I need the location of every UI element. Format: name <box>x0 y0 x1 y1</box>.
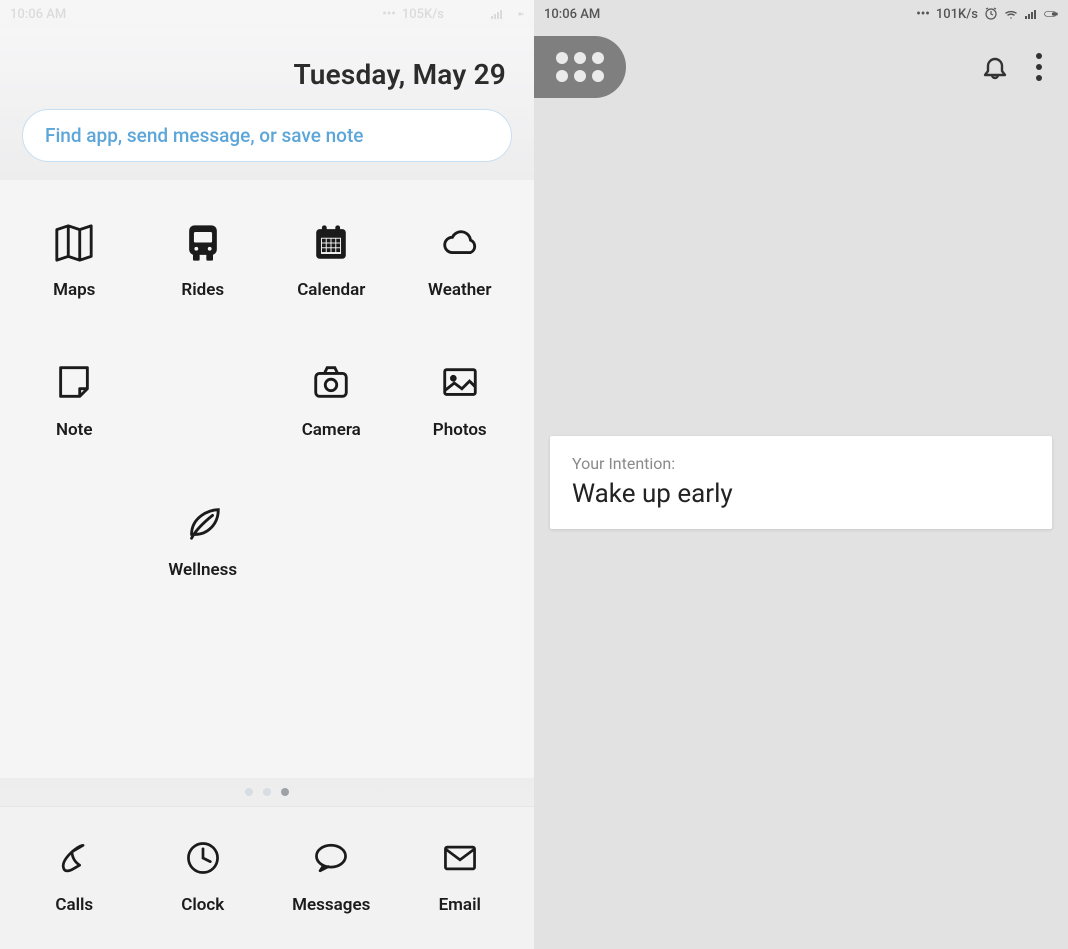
date-display: Tuesday, May 29 <box>22 58 506 91</box>
leaf-icon <box>182 500 224 546</box>
more-icon: ••• <box>382 7 396 22</box>
app-label: Wellness <box>168 560 237 580</box>
statusbar-left: 10:06 AM ••• 105K/s <box>0 0 534 28</box>
alarm-icon <box>450 7 464 21</box>
signal-icon <box>490 7 504 21</box>
app-rides[interactable]: Rides <box>139 220 268 300</box>
app-note[interactable]: Note <box>10 360 139 440</box>
header-area: Tuesday, May 29 Find app, send message, … <box>0 28 534 180</box>
clock-icon <box>183 835 223 881</box>
alarm-icon <box>984 7 998 21</box>
wifi-icon <box>470 7 484 21</box>
phone-icon <box>54 835 94 881</box>
page-dot[interactable] <box>245 788 253 796</box>
photo-icon <box>439 360 481 406</box>
mail-icon <box>440 835 480 881</box>
app-wellness[interactable]: Wellness <box>139 500 268 580</box>
screen-right: 10:06 AM ••• 101K/s Your Intention: Wake… <box>534 0 1068 949</box>
chat-icon <box>311 835 351 881</box>
page-dot[interactable] <box>263 788 271 796</box>
camera-icon <box>310 360 352 406</box>
notifications-button[interactable] <box>980 50 1010 84</box>
search-input[interactable]: Find app, send message, or save note <box>22 109 512 162</box>
statusbar-right: 10:06 AM ••• 101K/s <box>534 0 1068 28</box>
app-weather[interactable]: Weather <box>396 220 525 300</box>
app-maps[interactable]: Maps <box>10 220 139 300</box>
overflow-menu-button[interactable] <box>1032 49 1046 85</box>
app-label: Maps <box>53 280 95 300</box>
screen-left: 10:06 AM ••• 105K/s Tuesday, May 29 Find… <box>0 0 534 949</box>
battery-icon <box>1044 7 1058 21</box>
app-label: Note <box>56 420 93 440</box>
app-label: Messages <box>292 895 370 915</box>
app-messages[interactable]: Messages <box>267 835 396 915</box>
app-clock[interactable]: Clock <box>139 835 268 915</box>
page-indicator <box>0 778 534 806</box>
dock: Calls Clock Messages Email <box>0 806 534 949</box>
app-label: Clock <box>181 895 224 915</box>
status-speed: 101K/s <box>936 7 978 22</box>
map-icon <box>53 220 95 266</box>
topbar <box>534 28 1068 106</box>
signal-icon <box>1024 7 1038 21</box>
app-calls[interactable]: Calls <box>10 835 139 915</box>
app-camera[interactable]: Camera <box>267 360 396 440</box>
status-time: 10:06 AM <box>544 7 600 22</box>
app-photos[interactable]: Photos <box>396 360 525 440</box>
app-label: Camera <box>302 420 361 440</box>
page-dot[interactable] <box>281 788 289 796</box>
cloud-icon <box>439 220 481 266</box>
app-email[interactable]: Email <box>396 835 525 915</box>
app-label: Weather <box>428 280 491 300</box>
more-icon: ••• <box>916 7 930 22</box>
wifi-icon <box>1004 7 1018 21</box>
app-drawer-button[interactable] <box>534 36 626 98</box>
intention-text: Wake up early <box>572 479 1030 509</box>
app-grid: Maps Rides Calendar Weather Note Camera Photos… <box>0 180 534 778</box>
app-calendar[interactable]: Calendar <box>267 220 396 300</box>
note-icon <box>53 360 95 406</box>
intention-title: Your Intention: <box>572 454 1030 473</box>
status-speed: 105K/s <box>402 7 444 22</box>
calendar-icon <box>310 220 352 266</box>
intention-card[interactable]: Your Intention: Wake up early <box>550 436 1052 529</box>
status-time: 10:06 AM <box>10 7 66 22</box>
app-label: Calls <box>55 895 93 915</box>
app-label: Calendar <box>297 280 365 300</box>
bus-icon <box>182 220 224 266</box>
app-label: Rides <box>181 280 224 300</box>
battery-icon <box>510 7 524 21</box>
app-label: Email <box>439 895 481 915</box>
app-label: Photos <box>433 420 487 440</box>
